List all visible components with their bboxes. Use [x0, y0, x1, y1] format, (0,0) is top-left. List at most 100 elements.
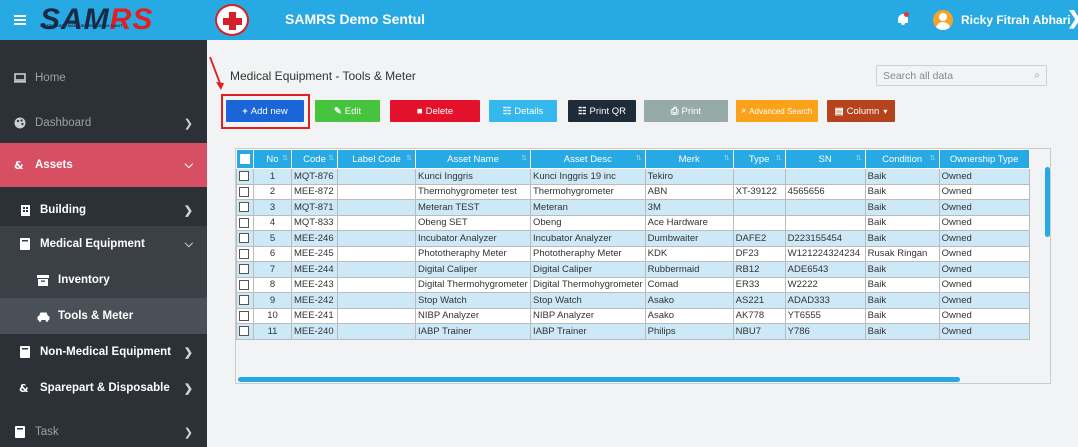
sidebar-item-home[interactable]: Home [0, 68, 207, 88]
column-header[interactable]: Merk ⇅ [644, 149, 734, 169]
print-button[interactable]: ⎙ Print [644, 100, 728, 122]
table-cell: 8 [253, 276, 292, 293]
table-row[interactable]: 1 MQT-876 Kunci Inggris Kunci Inggris 19 in… [236, 168, 1030, 185]
sort-icon: ⇅ [406, 155, 412, 162]
delete-button[interactable]: ■ Delete [390, 100, 480, 122]
table-icon: ▤ [834, 105, 844, 117]
table-row[interactable]: 11 MEE-240 IABP Trainer IABP Trainer Philips… [236, 323, 1030, 340]
row-checkbox[interactable] [236, 276, 254, 293]
sort-icon: ⇅ [282, 155, 288, 162]
table-cell: 7 [253, 261, 292, 278]
table-cell: Ace Hardware [644, 214, 734, 231]
vertical-scrollbar[interactable] [1045, 167, 1050, 237]
select-all-checkbox[interactable] [236, 149, 254, 169]
table-cell: MEE-245 [291, 245, 338, 262]
search-placeholder: Search all data [883, 70, 954, 82]
table-cell: NIBP Analyzer [530, 307, 646, 324]
table-cell: Digital Thermohygrometer [415, 276, 531, 293]
chevron-right-icon[interactable]: ❯ [1067, 8, 1078, 29]
app-title: SAMRS Demo Sentul [285, 11, 426, 27]
sort-icon: ⇅ [775, 155, 782, 162]
table-cell: IABP Trainer [415, 323, 531, 340]
row-checkbox[interactable] [236, 214, 254, 231]
sidebar-item-medical-equipment[interactable]: Medical Equipment ⌵ [0, 226, 207, 262]
table-row[interactable]: 9 MEE-242 Stop Watch Stop Watch Asako AS221 AD… [236, 292, 1030, 309]
column-header[interactable]: Condition ⇅ [864, 149, 940, 169]
bell-icon[interactable] [897, 12, 909, 26]
table-row[interactable]: 4 MQT-833 Obeng SET Obeng Ace Hardware Baik Ow… [236, 214, 1030, 231]
table-row[interactable]: 5 MEE-246 Incubator Analyzer Incubator Anal… [236, 230, 1030, 247]
table-cell: Baik [864, 292, 940, 309]
assets-icon: & [18, 382, 32, 394]
row-checkbox[interactable] [236, 323, 254, 340]
sidebar-item-building[interactable]: Building ❯ [0, 198, 207, 222]
table-row[interactable]: 6 MEE-245 Phototheraphy Meter Phototheraphy… [236, 245, 1030, 262]
table-row[interactable]: 7 MEE-244 Digital Caliper Digital Caliper Ru… [236, 261, 1030, 278]
column-header[interactable]: No ⇅ [253, 149, 292, 169]
sidebar-item-inventory[interactable]: Inventory [0, 262, 207, 298]
table-cell: Baik [864, 168, 940, 185]
row-checkbox[interactable] [236, 168, 254, 185]
row-checkbox[interactable] [236, 199, 254, 216]
row-checkbox[interactable] [236, 307, 254, 324]
data-table-container[interactable]: No ⇅ Code ⇅ Label Code ⇅ Asset Name ⇅ Asset … [235, 148, 1051, 384]
sidebar-item-tools-meter[interactable]: Tools & Meter [0, 298, 207, 334]
table-cell: Owned [938, 230, 1030, 247]
sidebar-item-task[interactable]: Task ❯ [0, 422, 207, 442]
table-cell [337, 276, 416, 293]
table-row[interactable]: 3 MQT-871 Meteran TEST Meteran 3M Baik Owned [236, 199, 1030, 216]
add-new-button[interactable]: + Add new [226, 100, 304, 122]
details-button[interactable]: ☷ Details [489, 100, 557, 122]
horizontal-scrollbar[interactable] [238, 377, 960, 382]
column-header[interactable]: Type ⇅ [732, 149, 786, 169]
column-header[interactable]: Asset Name ⇅ [415, 149, 531, 169]
table-cell: Meteran TEST [415, 199, 531, 216]
qr-icon: ☷ [578, 105, 587, 117]
column-header[interactable]: Asset Desc ⇅ [530, 149, 646, 169]
chevron-right-icon: ❯ [183, 346, 193, 359]
table-cell: Owned [938, 214, 1030, 231]
user-name[interactable]: Ricky Fitrah Abhari [961, 13, 1071, 27]
table-cell: Owned [938, 245, 1030, 262]
table-cell: Digital Caliper [415, 261, 531, 278]
hamburger-menu-icon[interactable] [14, 15, 26, 25]
sidebar-item-sparepart-disposable[interactable]: & Sparepart & Disposable ❯ [0, 376, 207, 400]
row-checkbox[interactable] [236, 292, 254, 309]
table-cell [784, 168, 866, 185]
column-dropdown-button[interactable]: ▤ Column ▾ [827, 100, 895, 122]
table-row[interactable]: 10 MEE-241 NIBP Analyzer NIBP Analyzer Asako… [236, 307, 1030, 324]
row-checkbox[interactable] [236, 183, 254, 200]
advanced-search-button[interactable]: ⌕ Advanced Search [736, 100, 818, 122]
table-cell: AK778 [732, 307, 786, 324]
row-checkbox[interactable] [236, 230, 254, 247]
print-qr-button[interactable]: ☷ Print QR [568, 100, 636, 122]
column-header[interactable]: Label Code ⇅ [337, 149, 416, 169]
sort-icon: ⇅ [929, 155, 936, 162]
table-cell: MEE-242 [291, 292, 338, 309]
table-cell: Rusak Ringan [864, 245, 940, 262]
edit-button[interactable]: ✎ Edit [315, 100, 380, 122]
column-header[interactable]: SN ⇅ [784, 149, 866, 169]
column-header[interactable]: Ownership Type [938, 149, 1030, 169]
edit-icon: ✎ [333, 105, 342, 117]
table-cell: Baik [864, 307, 940, 324]
table-cell: MEE-240 [291, 323, 338, 340]
table-row[interactable]: 8 MEE-243 Digital Thermohygrometer Digital … [236, 276, 1030, 293]
column-header[interactable]: Code ⇅ [291, 149, 338, 169]
table-cell [337, 168, 416, 185]
print-label: Print [681, 105, 702, 117]
table-cell: Owned [938, 199, 1030, 216]
table-row[interactable]: 2 MEE-872 Thermohygrometer test Thermohygro… [236, 183, 1030, 200]
app-logo[interactable] [215, 4, 249, 36]
avatar[interactable] [933, 10, 953, 30]
table-cell: Owned [938, 261, 1030, 278]
sidebar-item-non-medical-equipment[interactable]: Non-Medical Equipment ❯ [0, 340, 207, 364]
brand-logo[interactable]: SAMRS SISTEM ASET MANAJEMEN RUMAH SAKIT [40, 5, 153, 35]
sidebar-item-assets[interactable]: & Assets ⌵ [0, 143, 207, 187]
row-checkbox[interactable] [236, 245, 254, 262]
search-input[interactable]: Search all data ⌕ [876, 65, 1047, 86]
row-checkbox[interactable] [236, 261, 254, 278]
table-cell: 11 [253, 323, 292, 340]
sidebar-item-dashboard[interactable]: Dashboard ❯ [0, 113, 207, 133]
search-icon[interactable]: ⌕ [1034, 70, 1040, 81]
